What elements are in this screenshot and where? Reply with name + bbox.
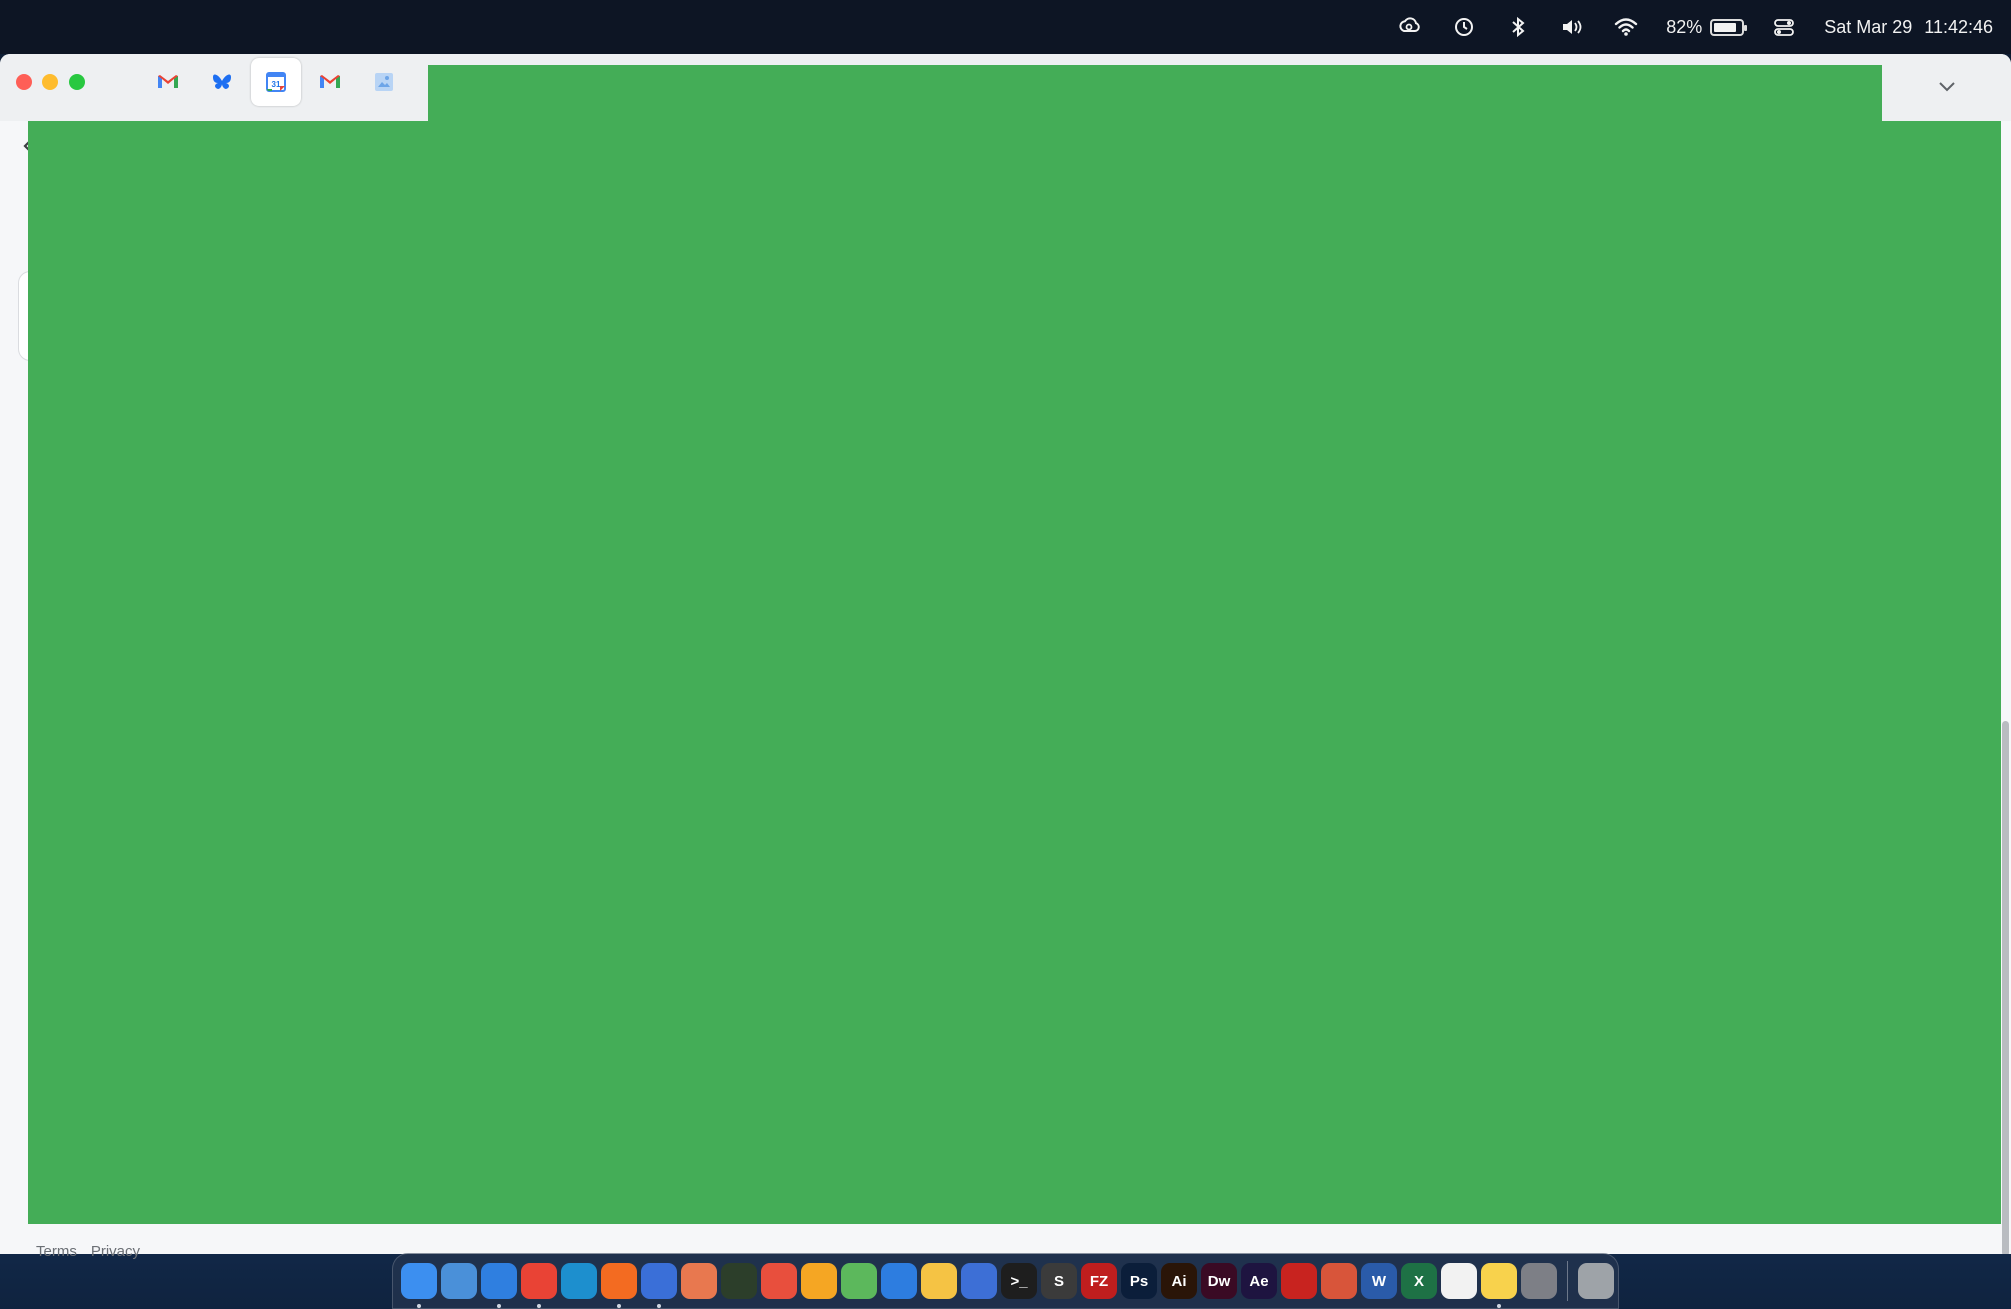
dock-separator	[1567, 1261, 1568, 1301]
dock-icon-label: Ps	[1129, 1272, 1149, 1290]
clock-time: 11:42:46	[1924, 16, 1993, 37]
dock-google-drive-icon[interactable]	[921, 1263, 957, 1299]
wifi-icon[interactable]	[1612, 13, 1640, 41]
gmail-icon	[320, 75, 340, 88]
battery-percent: 82%	[1666, 16, 1703, 37]
dock: >_ S FZ Ps Ai Dw Ae W X	[392, 1253, 1619, 1309]
battery-status[interactable]: 82%	[1666, 16, 1748, 38]
window-close-button[interactable]	[16, 74, 32, 90]
dock-app-compass-icon[interactable]	[1321, 1263, 1357, 1299]
page-footer: Terms Privacy	[36, 1243, 140, 1260]
dock-icon-label: Ae	[1249, 1272, 1269, 1290]
tab-strip: 31	[143, 58, 413, 106]
clock-date: Sat Mar 29	[1824, 16, 1913, 37]
dock-notes-icon[interactable]	[1481, 1263, 1517, 1308]
calendar-day-number: 31	[272, 80, 281, 89]
tab-bluesky[interactable]	[197, 58, 247, 106]
dock-safari-icon[interactable]	[481, 1263, 517, 1308]
running-indicator	[1497, 1304, 1501, 1308]
time-machine-icon[interactable]	[1450, 13, 1478, 41]
dock-acrobat-icon[interactable]	[1281, 1263, 1317, 1299]
running-indicator	[657, 1304, 661, 1308]
running-indicator	[497, 1304, 501, 1308]
menu-bar-clock[interactable]: Sat Mar 29 11:42:46	[1824, 17, 1993, 38]
dock-icon-label: Dw	[1207, 1272, 1231, 1290]
dock-icon-label: Ai	[1171, 1272, 1187, 1290]
dock-finder-icon[interactable]	[401, 1263, 437, 1308]
dock-chrome-icon[interactable]	[521, 1263, 557, 1308]
dock-claude-icon[interactable]	[681, 1263, 717, 1299]
dock-after-effects-icon[interactable]: Ae	[1241, 1263, 1277, 1299]
dock-app-green2-icon[interactable]	[841, 1263, 877, 1299]
green-overlay-top	[428, 65, 1882, 122]
dock-excel-icon[interactable]: X	[1401, 1263, 1437, 1299]
dock-firefox-icon[interactable]	[601, 1263, 637, 1308]
tab-gmail[interactable]	[143, 58, 193, 106]
chevron-down-icon[interactable]	[1935, 74, 1959, 98]
dock-app-blue-icon[interactable]	[881, 1263, 917, 1299]
gmail-icon	[158, 75, 178, 88]
dock-illustrator-icon[interactable]: Ai	[1161, 1263, 1197, 1299]
volume-icon[interactable]	[1558, 13, 1586, 41]
tab-gmail-2[interactable]	[305, 58, 355, 106]
window-maximize-button[interactable]	[69, 74, 85, 90]
dock-word-icon[interactable]: W	[1361, 1263, 1397, 1299]
dock-sublime-icon[interactable]: S	[1041, 1263, 1077, 1299]
dock-app-orange-icon[interactable]	[801, 1263, 837, 1299]
menu-bar: 82% Sat Mar 29 11:42:46	[0, 0, 2011, 54]
window-minimize-button[interactable]	[42, 74, 58, 90]
dock-filezilla-icon[interactable]: FZ	[1081, 1263, 1117, 1299]
dock-app-elephant-icon[interactable]	[961, 1263, 997, 1299]
dock-terminal-icon[interactable]: >_	[1001, 1263, 1037, 1299]
dock-trash-icon[interactable]	[1578, 1263, 1614, 1299]
terms-link[interactable]: Terms	[36, 1243, 77, 1260]
dock-firefox-dev-icon[interactable]	[641, 1263, 677, 1308]
battery-icon	[1710, 18, 1748, 36]
creative-cloud-icon[interactable]	[1396, 13, 1424, 41]
dock-app-green-icon[interactable]	[721, 1263, 757, 1299]
privacy-link[interactable]: Privacy	[91, 1243, 140, 1260]
dock-icon-label: >_	[1010, 1272, 1028, 1290]
dock-system-settings-icon[interactable]	[1521, 1263, 1557, 1299]
running-indicator	[537, 1304, 541, 1308]
desktop: 82% Sat Mar 29 11:42:46 31 Terms Privacy…	[0, 0, 2011, 1309]
tab-google-calendar[interactable]: 31	[251, 58, 301, 106]
control-center-icon[interactable]	[1770, 13, 1798, 41]
dock-icon-label: W	[1371, 1272, 1387, 1290]
dock-icon-label: X	[1413, 1272, 1424, 1290]
google-calendar-icon: 31	[266, 72, 286, 92]
dock-photoshop-icon[interactable]: Ps	[1121, 1263, 1157, 1299]
dock-icon-label: S	[1053, 1272, 1064, 1290]
running-indicator	[617, 1304, 621, 1308]
battery-level	[1714, 22, 1736, 32]
dock-dreamweaver-icon[interactable]: Dw	[1201, 1263, 1237, 1299]
dock-edge-icon[interactable]	[561, 1263, 597, 1299]
bluesky-icon	[213, 74, 231, 89]
vertical-scrollbar[interactable]	[2002, 721, 2009, 1254]
dock-app-red-icon[interactable]	[761, 1263, 797, 1299]
dock-icloud-icon[interactable]	[441, 1263, 477, 1299]
image-icon	[375, 73, 393, 91]
running-indicator	[417, 1304, 421, 1308]
dock-icon-label: FZ	[1089, 1272, 1109, 1290]
green-overlay	[28, 121, 2001, 1224]
bluetooth-icon[interactable]	[1504, 13, 1532, 41]
dock-reminders-icon[interactable]	[1441, 1263, 1477, 1299]
tab-image[interactable]	[359, 58, 409, 106]
